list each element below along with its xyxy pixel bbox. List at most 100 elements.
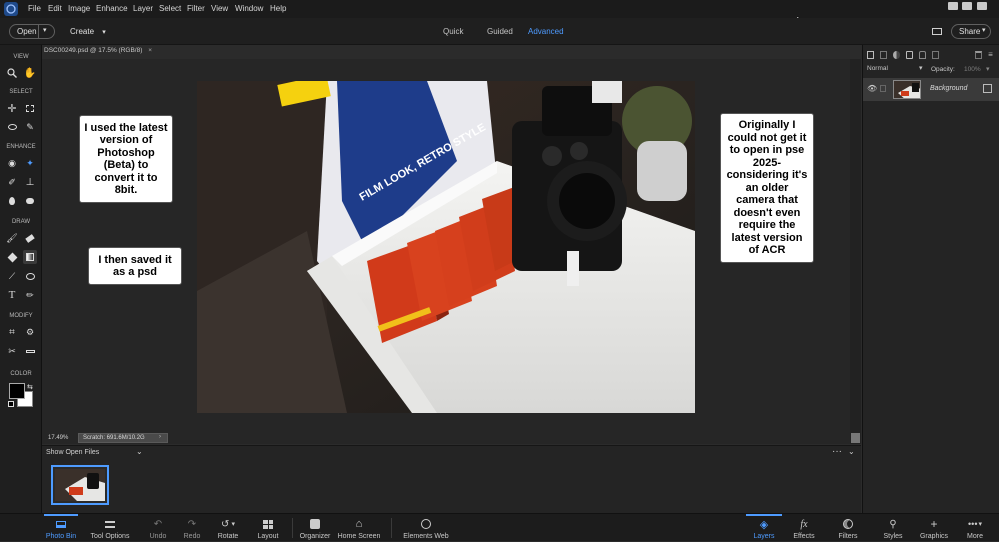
callout-left-bottom: I then saved it as a psd [88, 247, 182, 285]
move-tool-icon[interactable]: ✛ [5, 101, 19, 115]
menu-select[interactable]: Select [159, 4, 181, 13]
menu-image[interactable]: Image [68, 4, 90, 13]
tab-advanced[interactable]: Advanced [528, 27, 564, 36]
tab-guided[interactable]: Guided [487, 27, 513, 36]
lasso-tool-icon[interactable] [5, 120, 19, 134]
straighten-tool-icon[interactable] [23, 344, 37, 358]
close-window-icon[interactable] [977, 2, 987, 10]
photo-bin-button[interactable]: Photo Bin [44, 514, 78, 542]
default-colors-icon[interactable] [8, 401, 14, 407]
swap-colors-icon[interactable]: ⇆ [27, 383, 33, 391]
layer-mask-icon[interactable] [905, 51, 914, 59]
eraser-tool-icon[interactable] [23, 231, 37, 245]
tool-options-button[interactable]: Tool Options [88, 514, 132, 542]
minimize-icon[interactable] [948, 2, 958, 10]
blur-tool-icon[interactable] [5, 194, 19, 208]
spot-healing-tool-icon[interactable]: ✦ [23, 156, 37, 170]
layer-lock-icon[interactable] [983, 84, 992, 93]
elements-web-button[interactable]: Elements Web [402, 514, 450, 542]
recompose-tool-icon[interactable]: ⚙ [23, 325, 37, 339]
collapse-bin-icon[interactable]: ⌄ [848, 447, 855, 456]
content-aware-move-tool-icon[interactable]: ✂ [5, 344, 19, 358]
quick-selection-tool-icon[interactable]: ✎ [23, 120, 37, 134]
lock-all-icon[interactable] [919, 51, 927, 59]
smart-brush-tool-icon[interactable]: ✐ [5, 175, 19, 189]
tab-quick[interactable]: Quick [443, 27, 463, 36]
layer-link-icon [880, 85, 886, 92]
foreground-color-swatch[interactable] [9, 383, 25, 399]
layer-thumbnail [893, 80, 921, 99]
redo-button[interactable]: ↷ Redo [180, 514, 204, 542]
new-layer-icon[interactable] [867, 51, 875, 59]
document-image[interactable]: FILM LOOK, RETRO STYLE [197, 81, 695, 413]
more-button[interactable]: ••• ▾ More [962, 514, 988, 542]
home-icon: ⌂ [355, 518, 363, 530]
menu-file[interactable]: File [28, 4, 41, 13]
new-group-icon[interactable] [880, 51, 888, 59]
crop-tool-icon[interactable]: ⌗ [5, 325, 19, 339]
filters-button[interactable]: Filters [834, 514, 862, 542]
graphics-button[interactable]: + Graphics [918, 514, 950, 542]
close-tab-icon[interactable]: × [148, 47, 152, 54]
tool-options-icon [104, 518, 116, 530]
undo-button[interactable]: ↶ Undo [146, 514, 170, 542]
vertical-scrollbar[interactable] [850, 59, 861, 444]
organizer-button[interactable]: Organizer [297, 514, 333, 542]
type-tool-icon[interactable]: T [5, 288, 19, 302]
menu-edit[interactable]: Edit [48, 4, 62, 13]
visibility-eye-icon[interactable]: 👁 [867, 84, 877, 93]
zoom-readout[interactable]: 17.49% [48, 435, 68, 441]
hand-tool-icon[interactable]: ✋ [23, 66, 37, 80]
menu-help[interactable]: Help [270, 4, 286, 13]
home-screen-button[interactable]: ⌂ Home Screen [337, 514, 381, 542]
share-button[interactable]: Share ▾ [951, 24, 991, 39]
menu-view[interactable]: View [211, 4, 228, 13]
layout-button[interactable]: Layout [254, 514, 282, 542]
zoom-tool-icon[interactable] [5, 66, 19, 80]
layers-label: Layers [753, 533, 775, 540]
layers-panel: ≡ Normal ▾ Opacity: 100% ▾ 👁 Background [862, 45, 999, 513]
chevron-down-icon[interactable]: ⌄ [136, 447, 143, 456]
document-tab[interactable]: DSC00249.psd @ 17.5% (RGB/8) × [44, 47, 154, 59]
styles-button[interactable]: ⚲ Styles [880, 514, 906, 542]
pencil-tool-icon[interactable]: ✏ [23, 288, 37, 302]
gradient-tool-icon[interactable] [23, 250, 37, 264]
menu-window[interactable]: Window [235, 4, 263, 13]
menu-layer[interactable]: Layer [133, 4, 153, 13]
scroll-corner[interactable] [851, 433, 860, 443]
show-open-files-dropdown[interactable]: Show Open Files [46, 449, 99, 456]
menu-enhance[interactable]: Enhance [96, 4, 128, 13]
section-view: VIEW [13, 54, 29, 60]
sponge-tool-icon[interactable] [23, 194, 37, 208]
opacity-value[interactable]: 100% [964, 66, 981, 73]
feedback-icon[interactable] [932, 28, 942, 35]
section-modify: MODIFY [9, 313, 33, 319]
open-button[interactable]: Open ▾ [9, 24, 55, 39]
blend-mode-value: Normal [867, 65, 888, 72]
eyedropper-tool-icon[interactable]: ⟋ [5, 269, 19, 283]
red-eye-tool-icon[interactable]: ◉ [5, 156, 19, 170]
more-options-icon[interactable]: ··· [832, 446, 842, 457]
open-file-thumbnail[interactable] [51, 465, 109, 505]
clone-stamp-tool-icon[interactable]: ⊥ [23, 175, 37, 189]
effects-button[interactable]: fx Effects [790, 514, 818, 542]
layer-row[interactable]: 👁 Background [863, 78, 999, 101]
blend-mode-dropdown[interactable]: Normal ▾ [867, 65, 925, 75]
layer-name[interactable]: Background [930, 85, 967, 92]
menu-filter[interactable]: Filter [187, 4, 205, 13]
panel-menu-icon[interactable]: ≡ [988, 51, 995, 59]
create-button[interactable]: Create ▾ [70, 27, 106, 36]
chevron-down-icon[interactable]: ▾ [986, 65, 990, 73]
trash-icon[interactable] [975, 51, 983, 59]
adjustment-layer-icon[interactable] [893, 51, 900, 59]
layers-button[interactable]: ◈ Layers [746, 514, 782, 542]
chevron-right-icon[interactable]: › [159, 434, 161, 440]
marquee-tool-icon[interactable] [23, 101, 37, 115]
paint-bucket-tool-icon[interactable] [5, 250, 19, 264]
brush-tool-icon[interactable]: 🖌 [5, 231, 19, 245]
restore-icon[interactable] [962, 2, 972, 10]
ellipse-shape-tool-icon[interactable] [23, 269, 37, 283]
rotate-button[interactable]: ↺ ▾ Rotate [214, 514, 242, 542]
chevron-down-icon[interactable]: ▾ [43, 24, 47, 37]
lock-transparency-icon[interactable] [932, 51, 940, 59]
